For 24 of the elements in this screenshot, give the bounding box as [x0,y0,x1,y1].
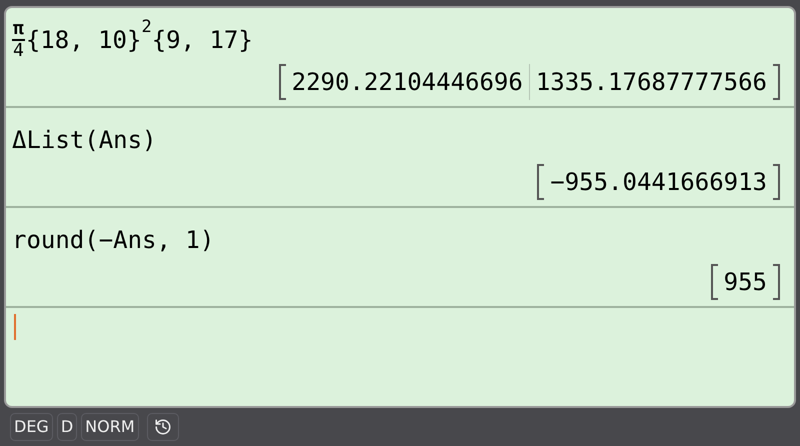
input-text: {9, 17} [152,25,253,56]
input-expression[interactable]: ΔList(Ans) [12,118,156,162]
input-text: {18, 10} [26,25,142,56]
input-expression[interactable]: round(−Ans, 1) [12,218,214,262]
bracket-icon [773,164,780,200]
bracket-icon [710,264,718,300]
exponent: 2 [141,16,152,40]
mode-button[interactable]: DEG [10,413,53,441]
bracket-icon [537,164,544,200]
text-cursor [14,314,16,340]
bracket-icon [278,64,286,100]
history-icon [154,418,172,436]
mode-button[interactable]: NORM [81,413,139,441]
fraction: π 4 [12,19,25,61]
result-value: 1335.17687777566 [528,64,773,100]
result-value: 955 [722,267,768,298]
result-value: −955.0441666913 [549,167,768,198]
result-value: 2290.22104446696 [290,67,524,98]
mode-button[interactable]: D [56,413,78,441]
input-text: ΔList(Ans) [12,125,156,156]
input-text: round(−Ans, 1) [12,225,214,256]
bracket-icon [773,64,780,100]
history-button[interactable] [146,413,179,441]
bracket-icon [773,264,780,300]
